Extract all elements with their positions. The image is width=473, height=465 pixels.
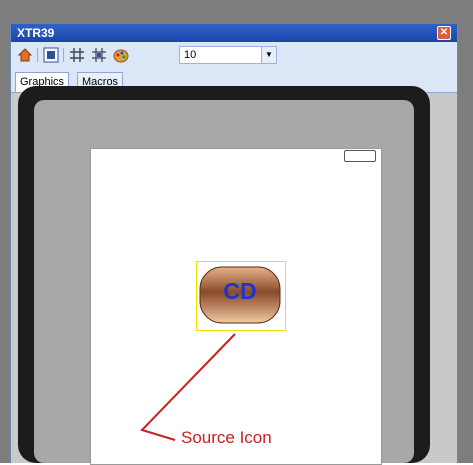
page-scroll-handle[interactable] [344,150,376,162]
source-icon-annotation: Source Icon [181,428,272,447]
title-bar[interactable]: XTR39 ✕ [11,24,457,42]
home-icon[interactable] [17,47,33,63]
snap-grid-icon[interactable] [91,47,107,63]
close-icon: ✕ [439,27,449,38]
zoom-value: 10 [184,49,197,61]
window-title: XTR39 [17,26,55,40]
source-icon-text: CD [223,278,257,304]
hash-icon[interactable] [69,47,85,63]
close-button[interactable]: ✕ [437,26,451,40]
toolbar-separator [63,48,64,62]
toolbar: 10 ▼ [11,42,457,69]
palette-icon[interactable] [113,47,129,63]
grid-icon[interactable] [43,47,59,63]
toolbar-separator [37,48,38,62]
chevron-down-icon[interactable]: ▼ [261,47,276,63]
zoom-combobox[interactable]: 10 ▼ [179,46,277,64]
